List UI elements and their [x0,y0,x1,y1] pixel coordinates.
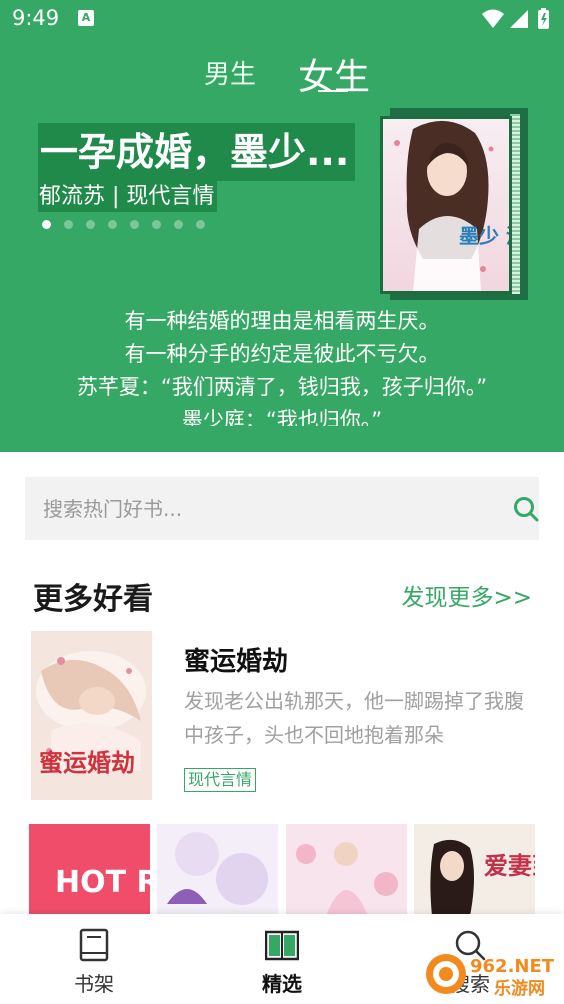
gender-tabs: 男生 女生 [0,48,564,98]
carousel-dot[interactable] [108,220,117,229]
thumbnail-art [286,824,407,916]
site-watermark: 962.NET 乐游网 [426,954,555,998]
tab-male[interactable]: 男生 [204,54,256,91]
featured-book-cover[interactable]: 蜜运婚劫 [31,631,152,800]
signal-icon [510,10,528,28]
watermark-text: 962.NET [470,956,555,977]
search-input[interactable] [43,477,473,540]
thumbnail-art: 爱妻到 [414,824,535,916]
status-bar: 9:49 A [0,0,564,38]
cover-illustration: 墨少 深深爱 [383,119,509,291]
status-time: 9:49 [12,6,60,30]
notification-icon: A [78,10,94,26]
carousel-dot[interactable] [130,220,139,229]
banner-book-title[interactable]: 一孕成婚，墨少... [38,123,356,181]
synopsis-line: 有一种结婚的理由是相看两生厌。 [124,309,440,333]
cover-title-text: 墨少 深深爱 [459,224,509,248]
book-thumbnail[interactable] [286,824,407,916]
featured-book-tag[interactable]: 现代言情 [184,768,257,792]
banner-author-genre: 郁流苏 | 现代言情 [38,181,218,212]
discover-more-link[interactable]: 发现更多>> [401,578,532,612]
featured-cover-art: 蜜运婚劫 [31,631,152,800]
cover-art: 墨少 深深爱 [380,116,512,294]
search-icon[interactable] [513,496,539,522]
watermark-subtext: 乐游网 [494,978,545,998]
hero-banner: 9:49 A 男生 女生 一孕成婚，墨少... 郁流苏 | 现代言情 墨少 有一… [0,0,564,452]
active-tab-indicator [318,90,348,92]
synopsis-line: 有一种分手的约定是彼此不亏欠。 [124,342,440,366]
featured-cover-title: 蜜运婚劫 [39,748,135,777]
thumbnail-art [157,824,278,916]
thumbnail-label: HOT READ [55,865,150,900]
carousel-dot[interactable] [196,220,205,229]
featured-book-title[interactable]: 蜜运婚劫 [184,641,288,678]
carousel-dot[interactable] [42,220,51,229]
status-icons [482,8,549,29]
thumbnail-label: 爱妻到 [484,851,535,880]
open-book-icon [265,930,299,961]
wifi-icon [482,9,504,28]
nav-label: 精选 [262,972,302,996]
tab-female[interactable]: 女生 [298,48,370,100]
nav-item-bookshelf[interactable]: 书架 [34,914,154,1004]
synopsis-line: 墨少庭：“我也归你。” [181,408,383,426]
carousel-dot[interactable] [174,220,183,229]
carousel-dot[interactable] [64,220,73,229]
book-thumbnail[interactable]: 爱妻到 [414,824,535,916]
synopsis-line: 苏芊夏：“我们两清了，钱归我，孩子归你。” [76,375,488,399]
banner-synopsis: 有一种结婚的理由是相看两生厌。 有一种分手的约定是彼此不亏欠。 苏芊夏：“我们两… [0,305,564,426]
nav-label: 书架 [74,972,114,996]
carousel-dot[interactable] [152,220,161,229]
nav-item-featured[interactable]: 精选 [222,914,342,1004]
banner-book-cover[interactable]: 墨少 深深爱 [380,108,528,300]
book-icon [79,928,109,962]
carousel-dot[interactable] [86,220,95,229]
book-thumbnail[interactable] [157,824,278,916]
featured-book-description: 发现老公出轨那天，他一脚踢掉了我腹中孩子，头也不回地抱着那朵 [184,689,524,747]
search-box[interactable] [25,477,539,540]
section-title: 更多好看 [33,582,153,617]
thumbnail-art: HOT READ [29,824,150,916]
book-thumbnail[interactable]: HOT READ [29,824,150,916]
